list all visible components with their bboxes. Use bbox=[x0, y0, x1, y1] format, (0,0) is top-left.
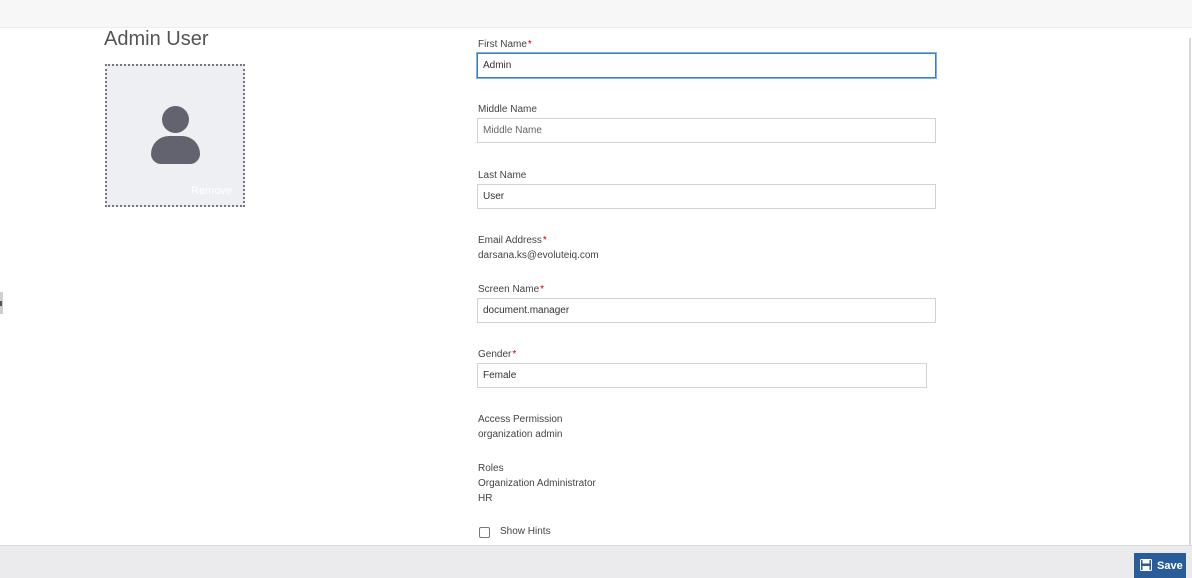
required-marker: * bbox=[542, 235, 547, 246]
top-bar bbox=[0, 0, 1192, 28]
save-button[interactable]: Save bbox=[1134, 553, 1186, 578]
screen-name-label: Screen Name* bbox=[478, 284, 544, 295]
last-name-input[interactable] bbox=[477, 184, 936, 209]
scrollbar[interactable] bbox=[1189, 38, 1191, 546]
screen-name-label-text: Screen Name bbox=[478, 284, 540, 295]
show-hints-label: Show Hints bbox=[500, 526, 551, 537]
show-hints-checkbox[interactable] bbox=[479, 527, 490, 538]
required-marker: * bbox=[540, 284, 545, 295]
email-label-text: Email Address bbox=[478, 235, 542, 246]
access-permission-value: organization admin bbox=[478, 429, 563, 440]
gender-input[interactable] bbox=[477, 363, 927, 388]
access-permission-label: Access Permission bbox=[478, 414, 563, 425]
floppy-disk-icon bbox=[1140, 559, 1152, 571]
first-name-label: First Name* bbox=[478, 39, 532, 50]
role-item: HR bbox=[478, 493, 493, 504]
footer-bar: Save bbox=[0, 545, 1192, 578]
first-name-label-text: First Name bbox=[478, 39, 527, 50]
avatar-upload-area[interactable]: Remove bbox=[105, 64, 245, 207]
email-value: darsana.ks@evoluteiq.com bbox=[478, 250, 599, 261]
required-marker: * bbox=[527, 39, 532, 50]
side-panel-toggle[interactable] bbox=[0, 292, 3, 314]
first-name-input[interactable] bbox=[477, 53, 936, 78]
save-button-label: Save bbox=[1157, 560, 1183, 572]
last-name-label: Last Name bbox=[478, 170, 527, 181]
middle-name-input[interactable] bbox=[477, 118, 936, 143]
middle-name-label: Middle Name bbox=[478, 104, 537, 115]
screen-name-input[interactable] bbox=[477, 298, 936, 323]
page-title: Admin User bbox=[104, 28, 209, 50]
role-item: Organization Administrator bbox=[478, 478, 596, 489]
required-marker: * bbox=[512, 349, 517, 360]
remove-avatar-link[interactable]: Remove bbox=[191, 185, 232, 197]
roles-label: Roles bbox=[478, 463, 504, 474]
gender-label-text: Gender bbox=[478, 349, 512, 360]
gender-label: Gender* bbox=[478, 349, 516, 360]
email-label: Email Address* bbox=[478, 235, 547, 246]
